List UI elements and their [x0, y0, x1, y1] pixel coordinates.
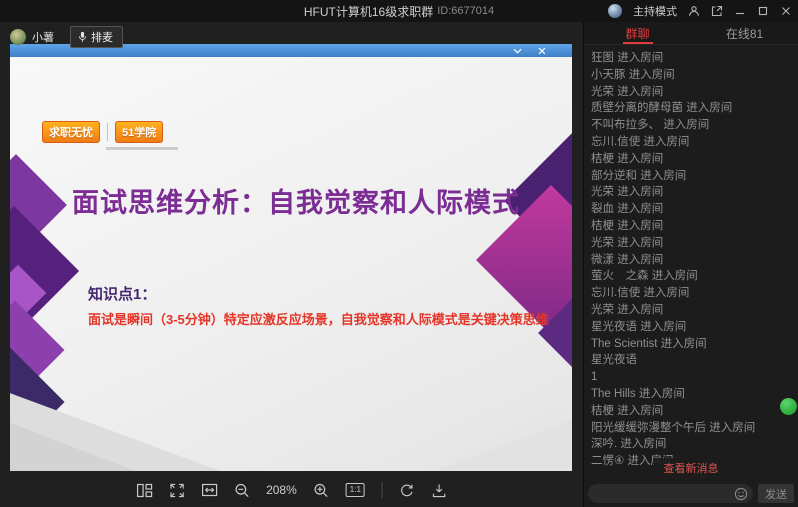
- minimize-icon[interactable]: [734, 5, 746, 17]
- presenter-avatar[interactable]: [10, 29, 26, 45]
- chat-message: 星光夜语: [591, 354, 637, 367]
- chat-message: 小天豚 进入房间: [591, 68, 675, 81]
- thumbnails-icon[interactable]: [136, 483, 152, 498]
- tab-online-members[interactable]: 在线81: [691, 22, 798, 44]
- viewer-toolbar: 208% 1:1: [136, 482, 447, 498]
- chat-message: 阳光缓缓弥漫整个午后 进入房间: [591, 421, 756, 434]
- member-icon[interactable]: [688, 5, 700, 17]
- view-new-messages-button[interactable]: 查看新消息: [653, 458, 729, 478]
- chat-message: 忘川.信使 进入房间: [591, 135, 690, 148]
- download-icon[interactable]: [432, 483, 447, 498]
- chat-message: 桔梗 进入房间: [591, 152, 664, 165]
- chat-message: 不叫布拉多、 进入房间: [591, 119, 710, 132]
- chat-message: 忘川.信使 进入房间: [591, 287, 690, 300]
- close-share-icon[interactable]: [538, 47, 546, 55]
- logo-divider: [107, 123, 108, 141]
- app-window: HFUT计算机16级求职群 ID:6677014 主持模式 小薯 排麦 求职无忧…: [0, 0, 798, 507]
- chat-input-bar: 发送: [584, 480, 798, 507]
- titlebar: HFUT计算机16级求职群 ID:6677014 主持模式: [0, 0, 798, 22]
- host-mode-label[interactable]: 主持模式: [633, 3, 677, 19]
- chat-messages: 狂图 进入房间 小天豚 进入房间 光荣 进入房间 质壁分离的酵母菌 进入房间 不叫布拉多…: [584, 50, 798, 470]
- chat-message: 桔梗 进入房间: [591, 404, 664, 417]
- chat-message: 裂血 进入房间: [591, 203, 664, 216]
- titlebar-controls: 主持模式: [608, 0, 792, 22]
- chat-message: The Scientist 进入房间: [591, 337, 707, 350]
- rotate-icon[interactable]: [400, 483, 415, 498]
- chat-message: 萤火 之森 进入房间: [591, 270, 698, 283]
- chat-message: 光荣 进入房间: [591, 236, 664, 249]
- user-avatar[interactable]: [608, 4, 622, 18]
- send-button[interactable]: 发送: [758, 484, 794, 503]
- toolbar-divider: [381, 482, 383, 498]
- knowledge-point-text: 面试是瞬间（3-5分钟）特定应激反应场景，自我觉察和人际模式是关键决策思维: [88, 312, 549, 327]
- mic-queue-button[interactable]: 排麦: [70, 26, 123, 48]
- emoji-icon[interactable]: [734, 487, 748, 501]
- chat-message: 狂图 进入房间: [591, 52, 664, 64]
- chat-message: The Hills 进入房间: [591, 387, 685, 400]
- mic-icon: [78, 31, 87, 43]
- chat-message: 深吟. 进入房间: [591, 438, 667, 451]
- share-icon[interactable]: [711, 5, 723, 17]
- chat-message: 光荣 进入房间: [591, 85, 664, 98]
- brand-slogan-line: [106, 147, 178, 150]
- mic-queue-label: 排麦: [91, 32, 113, 44]
- chevron-down-icon[interactable]: [513, 48, 522, 54]
- brand-logos: 求职无忧 51学院: [42, 121, 164, 143]
- tab-group-chat[interactable]: 群聊: [584, 22, 691, 44]
- presenter-name: 小薯: [32, 32, 54, 44]
- chat-message: 桔梗 进入房间: [591, 219, 664, 232]
- zoom-level: 208%: [266, 483, 297, 497]
- chat-message: 光荣 进入房间: [591, 303, 664, 316]
- group-id: ID:6677014: [437, 5, 495, 17]
- slide-title: 面试思维分析：自我觉察和人际模式: [72, 188, 520, 218]
- zoom-in-icon[interactable]: [314, 483, 329, 498]
- maximize-icon[interactable]: [757, 5, 769, 17]
- presenter-bar: 小薯 排麦: [10, 26, 123, 48]
- chat-message: 星光夜语 进入房间: [591, 320, 687, 333]
- chat-message: 1: [591, 371, 598, 384]
- group-title: HFUT计算机16级求职群: [303, 4, 434, 19]
- presentation-slide: 求职无忧 51学院 面试思维分析：自我觉察和人际模式 知识点1： 面试是瞬间（3…: [10, 57, 572, 471]
- fit-width-icon[interactable]: [201, 483, 217, 497]
- chat-message: 部分逆和 进入房间: [591, 169, 687, 182]
- voice-float-widget[interactable]: [780, 398, 797, 415]
- close-icon[interactable]: [780, 5, 792, 17]
- fullscreen-icon[interactable]: [169, 483, 184, 498]
- knowledge-point-label: 知识点1：: [88, 286, 157, 303]
- chat-message: 光荣 进入房间: [591, 186, 664, 199]
- decor-triangle: [432, 420, 572, 471]
- chat-message: 微漾 进入房间: [591, 253, 664, 266]
- zoom-out-icon[interactable]: [234, 483, 249, 498]
- brand-badge-right: 51学院: [115, 121, 164, 143]
- actual-size-icon[interactable]: 1:1: [345, 483, 365, 497]
- stage-area: 小薯 排麦 求职无忧 51学院 面试思维分析：自我觉察和人际模式 知识点1： 面…: [0, 22, 583, 507]
- chat-message: 质壁分离的酵母菌 进入房间: [591, 102, 733, 115]
- brand-badge-left: 求职无忧: [42, 121, 100, 143]
- chat-sidebar: 群聊 在线81 狂图 进入房间 小天豚 进入房间 光荣 进入房间质壁分离的酵母菌 进…: [583, 22, 798, 507]
- chat-input[interactable]: [588, 484, 753, 503]
- sidebar-tabs: 群聊 在线81: [584, 22, 798, 45]
- shared-screen-window: 求职无忧 51学院 面试思维分析：自我觉察和人际模式 知识点1： 面试是瞬间（3…: [10, 44, 572, 471]
